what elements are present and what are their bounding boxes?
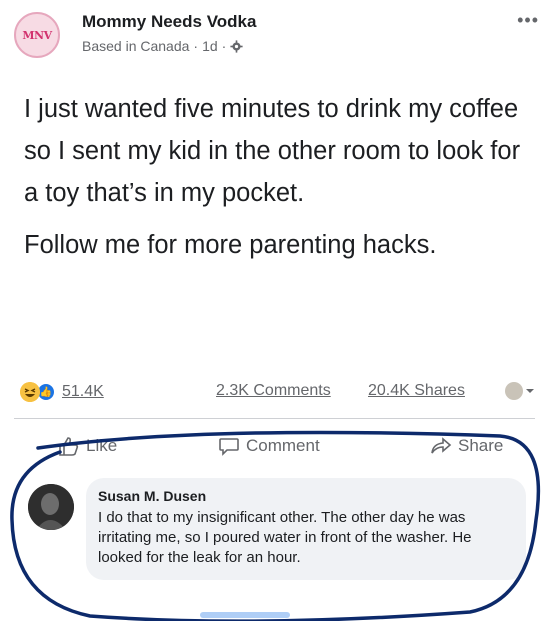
more-icon[interactable]: ••• xyxy=(517,10,539,31)
comment-button[interactable]: Comment xyxy=(218,436,320,456)
post-paragraph: I just wanted five minutes to drink my c… xyxy=(24,95,521,207)
divider xyxy=(14,418,535,419)
comment-item: Susan M. Dusen I do that to my insignifi… xyxy=(28,478,539,598)
post-card: MNV Mommy Needs Vodka Based in Canada · … xyxy=(0,0,549,621)
post-meta: Based in Canada · 1d · xyxy=(82,38,243,54)
comment-text: I do that to my insignificant other. The… xyxy=(98,509,472,566)
post-header: MNV Mommy Needs Vodka Based in Canada · … xyxy=(14,8,539,62)
comment-label: Comment xyxy=(246,436,320,455)
timestamp-link[interactable]: 1d xyxy=(202,38,218,54)
share-label: Share xyxy=(458,436,504,455)
like-button[interactable]: Like xyxy=(58,436,117,456)
post-paragraph: Follow me for more parenting hacks. xyxy=(24,231,437,259)
comment-bubble: Susan M. Dusen I do that to my insignifi… xyxy=(86,478,526,580)
gear-icon xyxy=(230,39,243,53)
meta-separator: · xyxy=(221,38,227,54)
reactions-summary[interactable]: 👍 51.4K xyxy=(20,382,104,402)
reactions-count[interactable]: 51.4K xyxy=(62,383,104,401)
comment-author[interactable]: Susan M. Dusen xyxy=(98,488,514,504)
share-button[interactable]: Share xyxy=(430,436,503,456)
comments-count-link[interactable]: 2.3K Comments xyxy=(216,382,331,400)
scroll-indicator xyxy=(200,612,290,618)
page-name-link[interactable]: Mommy Needs Vodka xyxy=(82,12,256,32)
avatar-photo xyxy=(28,484,74,530)
post-body: I just wanted five minutes to drink my c… xyxy=(24,88,534,276)
viewer-avatar xyxy=(505,382,523,400)
post-actions: Like Comment Share xyxy=(0,428,549,468)
haha-reaction-icon xyxy=(20,382,40,402)
shares-count-link[interactable]: 20.4K Shares xyxy=(368,382,465,400)
audience-selector[interactable] xyxy=(505,382,535,400)
engagement-stats: 👍 51.4K 2.3K Comments 20.4K Shares xyxy=(20,378,535,408)
page-avatar[interactable]: MNV xyxy=(14,12,60,58)
share-icon xyxy=(431,437,452,454)
commenter-avatar[interactable] xyxy=(28,484,74,530)
like-label: Like xyxy=(86,436,118,455)
comment-icon xyxy=(219,438,239,456)
meta-separator: · xyxy=(193,38,199,54)
like-icon xyxy=(59,437,79,456)
location-text: Based in Canada xyxy=(82,38,190,54)
avatar-logo-text: MNV xyxy=(22,28,52,42)
chevron-down-icon xyxy=(526,389,534,393)
